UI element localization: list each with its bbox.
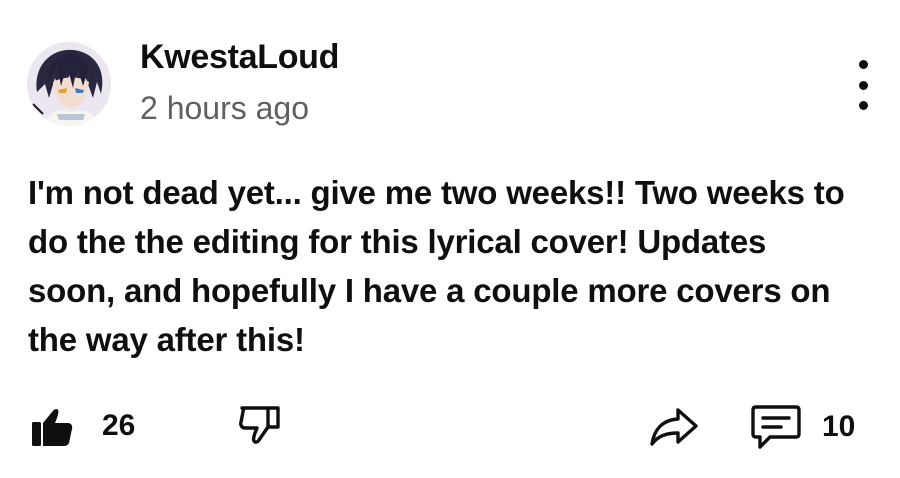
like-button[interactable]: 26	[28, 402, 135, 450]
dislike-button[interactable]	[236, 402, 284, 450]
more-vertical-icon	[858, 60, 868, 69]
share-button[interactable]	[648, 402, 700, 450]
comment-count: 10	[822, 410, 856, 443]
more-vertical-icon-dot	[858, 101, 868, 110]
author-name[interactable]: KwestaLoud	[140, 38, 339, 77]
comment-button[interactable]: 10	[750, 402, 855, 452]
like-count: 26	[102, 409, 136, 442]
avatar-image	[27, 42, 111, 126]
community-post: KwestaLoud 2 hours ago I'm not dead yet.…	[0, 0, 900, 478]
thumbs-down-outline-icon	[236, 402, 284, 450]
more-options-button[interactable]	[846, 60, 880, 110]
more-vertical-icon-dot	[858, 80, 868, 90]
avatar[interactable]	[27, 42, 111, 126]
comment-bubble-icon	[750, 402, 802, 452]
post-timestamp: 2 hours ago	[140, 90, 310, 126]
share-arrow-icon	[648, 402, 700, 450]
post-text: I'm not dead yet... give me two weeks!! …	[28, 174, 845, 358]
thumbs-up-filled-icon	[28, 402, 76, 450]
